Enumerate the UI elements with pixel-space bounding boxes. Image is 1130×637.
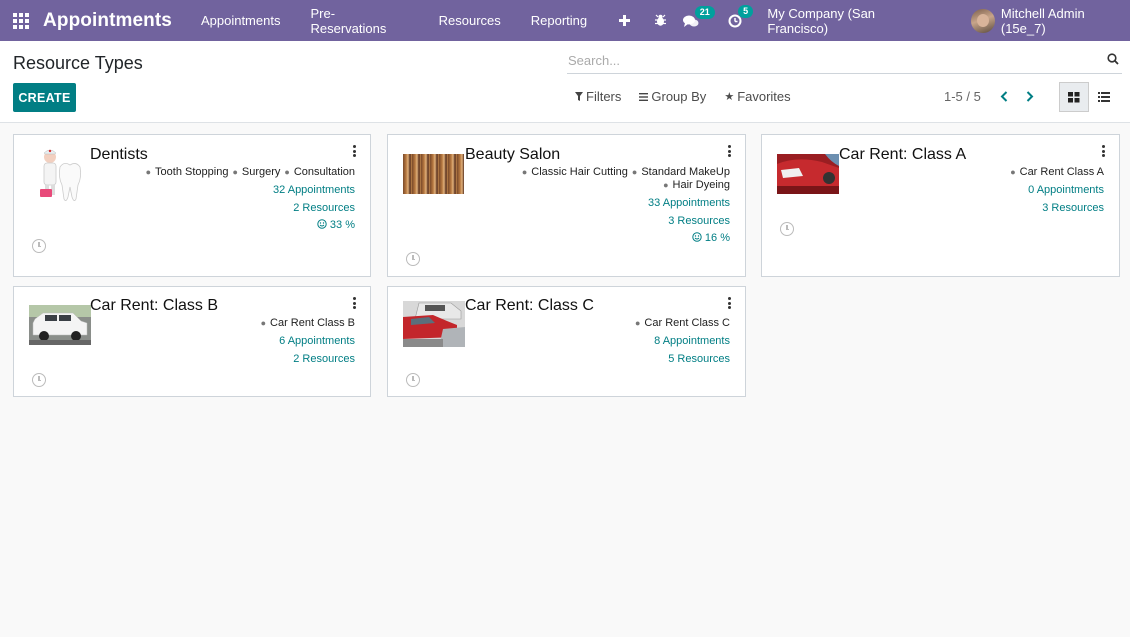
activity-clock-icon[interactable]: [32, 239, 46, 253]
menu-resources[interactable]: Resources: [424, 0, 516, 41]
user-name: Mitchell Admin (15e_7): [1000, 5, 1085, 36]
page-title: Resource Types: [13, 53, 143, 73]
tag: Classic Hair Cutting: [518, 166, 628, 178]
search-icon[interactable]: [1107, 53, 1119, 68]
search-options: Filters Group By ★ Favorites: [575, 89, 791, 104]
list-view-icon[interactable]: [1089, 82, 1119, 112]
card-tags: Car Rent Class B: [257, 317, 355, 330]
bug-icon[interactable]: [645, 0, 674, 41]
group-by-label: Group By: [651, 89, 707, 104]
red-cars-photo: [403, 301, 465, 347]
card-tags: Tooth StoppingSurgeryConsultation: [142, 166, 355, 179]
appointments-link[interactable]: 33 Appointments: [510, 195, 730, 213]
card-dropdown-icon[interactable]: [725, 296, 733, 310]
salon-photo: [403, 154, 464, 194]
smile-icon: [692, 232, 702, 242]
card-details: Tooth StoppingSurgeryConsultation 32 App…: [142, 166, 355, 235]
card-details: Classic Hair CuttingStandard MakeUpHair …: [510, 166, 730, 248]
resources-link[interactable]: 3 Resources: [510, 213, 730, 231]
tag: Hair Dyeing: [659, 179, 730, 191]
tag: Car Rent Class A: [1006, 166, 1104, 178]
user-menu[interactable]: Mitchell Admin (15e_7): [971, 6, 1130, 36]
card-title: Car Rent: Class B: [90, 297, 219, 314]
card-details: Car Rent Class B 6 Appointments 2 Resour…: [257, 317, 355, 368]
card-details: Car Rent Class A 0 Appointments 3 Resour…: [1006, 166, 1104, 217]
card-title: Dentists: [90, 146, 148, 163]
top-navbar: Appointments Appointments Pre-Reservatio…: [0, 0, 1130, 41]
avatar: [971, 8, 995, 33]
kanban-card-car-rent-class-c[interactable]: Car Rent: Class C Car Rent Class C 8 App…: [387, 286, 746, 397]
rating-value: 33 %: [329, 219, 355, 231]
kanban-view-icon[interactable]: [1059, 82, 1089, 112]
resources-link[interactable]: 2 Resources: [257, 351, 355, 369]
rating-link[interactable]: 33 %: [142, 217, 355, 235]
filters-button[interactable]: Filters: [575, 89, 621, 104]
app-name[interactable]: Appointments: [43, 10, 172, 32]
menu-reporting[interactable]: Reporting: [516, 0, 602, 41]
smile-icon: [317, 219, 327, 229]
card-tags: Car Rent Class C: [631, 317, 730, 330]
tag: Consultation: [280, 166, 355, 178]
plus-icon[interactable]: [610, 0, 639, 41]
search-bar: [567, 49, 1122, 74]
star-icon: ★: [724, 91, 735, 103]
activities-badge: 5: [738, 5, 754, 18]
pager-next-icon[interactable]: [1017, 91, 1043, 102]
create-button[interactable]: CREATE: [13, 83, 76, 112]
messages-badge: 21: [694, 6, 715, 19]
card-title: Car Rent: Class C: [465, 297, 594, 314]
tag: Car Rent Class C: [631, 317, 730, 329]
card-dropdown-icon[interactable]: [725, 144, 733, 158]
company-switcher[interactable]: My Company (San Francisco): [767, 6, 935, 36]
filter-icon: [575, 92, 583, 101]
card-dropdown-icon[interactable]: [1099, 144, 1107, 158]
favorites-label: Favorites: [737, 89, 791, 104]
resources-link[interactable]: 5 Resources: [631, 351, 730, 369]
kanban-card-beauty-salon[interactable]: Beauty Salon Classic Hair CuttingStandar…: [387, 134, 746, 277]
tag: Standard MakeUp: [628, 166, 730, 178]
card-tags: Car Rent Class A: [1006, 166, 1104, 179]
search-input[interactable]: [567, 49, 1087, 71]
favorites-button[interactable]: ★ Favorites: [724, 89, 790, 104]
tag: Tooth Stopping: [142, 166, 229, 178]
activity-clock-icon[interactable]: [406, 252, 420, 266]
group-by-icon: [639, 92, 649, 101]
card-title: Car Rent: Class A: [839, 146, 967, 163]
tag: Car Rent Class B: [257, 317, 355, 329]
appointments-link[interactable]: 0 Appointments: [1006, 182, 1104, 200]
messages-icon[interactable]: 21: [677, 0, 715, 41]
card-dropdown-icon[interactable]: [350, 144, 358, 158]
activity-clock-icon[interactable]: [406, 373, 420, 387]
card-title: Beauty Salon: [465, 146, 561, 163]
group-by-button[interactable]: Group By: [639, 89, 706, 104]
kanban-card-dentists[interactable]: Dentists Tooth StoppingSurgeryConsultati…: [13, 134, 371, 277]
tag: Surgery: [228, 166, 280, 178]
resources-link[interactable]: 3 Resources: [1006, 200, 1104, 218]
pager-value[interactable]: 1-5 / 5: [944, 89, 981, 104]
rating-link[interactable]: 16 %: [510, 230, 730, 248]
kanban-card-car-rent-class-b[interactable]: Car Rent: Class B Car Rent Class B 6 App…: [13, 286, 371, 397]
card-dropdown-icon[interactable]: [350, 296, 358, 310]
pager-previous-icon[interactable]: [991, 91, 1017, 102]
activity-clock-icon[interactable]: [32, 373, 46, 387]
rating-value: 16 %: [704, 232, 730, 244]
resources-link[interactable]: 2 Resources: [142, 200, 355, 218]
menu-pre-reservations[interactable]: Pre-Reservations: [295, 0, 423, 41]
pager: 1-5 / 5: [944, 89, 1043, 104]
menu-appointments[interactable]: Appointments: [186, 0, 296, 41]
white-jeep-photo: [29, 305, 91, 345]
control-panel: Resource Types CREATE Filters Group By ★…: [0, 41, 1130, 123]
filters-label: Filters: [586, 89, 622, 104]
activity-clock-icon[interactable]: [780, 222, 794, 236]
dentist-icon: [36, 145, 86, 205]
appointments-link[interactable]: 32 Appointments: [142, 182, 355, 200]
apps-menu-icon[interactable]: [0, 0, 41, 41]
appointments-link[interactable]: 6 Appointments: [257, 333, 355, 351]
card-tags: Classic Hair CuttingStandard MakeUpHair …: [510, 166, 730, 192]
red-car-photo: [777, 154, 839, 194]
card-details: Car Rent Class C 8 Appointments 5 Resour…: [631, 317, 730, 368]
kanban-card-car-rent-class-a[interactable]: Car Rent: Class A Car Rent Class A 0 App…: [761, 134, 1120, 277]
activity-clock-icon[interactable]: 5: [720, 0, 754, 41]
appointments-link[interactable]: 8 Appointments: [631, 333, 730, 351]
